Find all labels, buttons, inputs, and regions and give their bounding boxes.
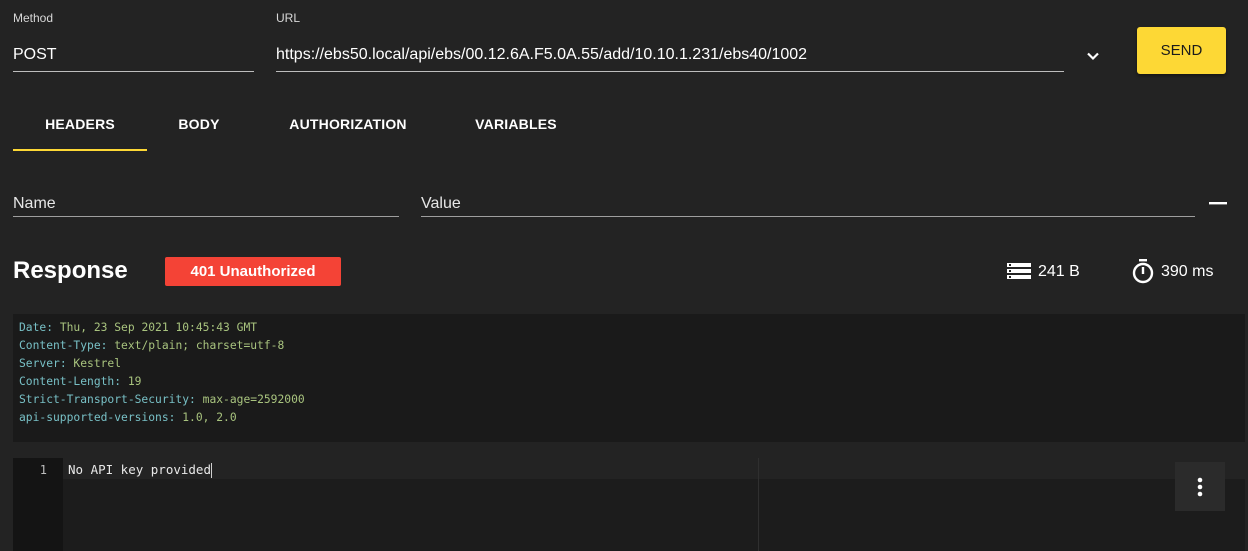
header-key: Content-Type [19,339,101,352]
line-number: 1 [39,463,47,477]
method-underline [13,71,254,72]
response-header-line: Content-Length: 19 [19,375,142,388]
method-select[interactable]: POST [13,46,57,64]
response-header-line: Content-Type: text/plain; charset=utf-8 [19,339,285,352]
tab-authorization[interactable]: AUTHORIZATION [267,116,429,132]
header-value: Thu, 23 Sep 2021 10:45:43 GMT [59,321,258,334]
header-key: Strict-Transport-Security [19,393,190,406]
active-line-highlight [63,458,1245,479]
editor-divider [758,458,759,551]
response-header-line: Strict-Transport-Security: max-age=25920… [19,393,305,406]
header-name-input[interactable]: Name [13,195,56,213]
header-key: Server [19,357,60,370]
active-tab-indicator [13,149,147,151]
header-value: 19 [127,375,142,388]
timer-icon [1131,258,1155,284]
response-header-line: api-supported-versions: 1.0, 2.0 [19,411,237,424]
header-key: Content-Length [19,375,115,388]
header-value: 1.0, 2.0 [182,411,237,424]
text-cursor [211,463,212,478]
url-underline [276,71,1064,72]
response-header-line: Server: Kestrel [19,357,122,370]
tab-variables[interactable]: VARIABLES [450,116,582,132]
chevron-down-icon[interactable] [1083,46,1103,66]
line-number-gutter: 1 [13,458,63,551]
response-time: 390 ms [1161,263,1214,280]
tab-headers[interactable]: HEADERS [13,116,147,132]
code-line-text: No API key provided [68,462,211,477]
header-key: api-supported-versions [19,411,169,424]
response-header-line: Date: Thu, 23 Sep 2021 10:45:43 GMT [19,321,258,334]
header-value-underline [421,216,1195,217]
response-size: 241 B [1038,263,1080,280]
header-name-underline [13,216,399,217]
url-label: URL [276,11,301,25]
header-value-input[interactable]: Value [421,195,461,213]
code-line: No API key provided [68,462,212,478]
status-badge: 401 Unauthorized [165,257,341,286]
more-vertical-icon[interactable] [1175,462,1225,511]
minus-icon[interactable] [1207,195,1231,211]
header-value: Kestrel [73,357,122,370]
send-button[interactable]: SEND [1137,27,1226,74]
response-title: Response [13,257,128,284]
url-input[interactable]: https://ebs50.local/api/ebs/00.12.6A.F5.… [276,46,807,64]
response-headers: Date: Thu, 23 Sep 2021 10:45:43 GMT Cont… [13,314,1245,442]
method-label: Method [13,11,54,25]
header-key: Date [19,321,47,334]
response-body-editor[interactable]: 1 No API key provided [13,458,1245,551]
header-value: max-age=2592000 [202,393,305,406]
header-value: text/plain; charset=utf-8 [114,339,285,352]
storage-icon [1006,261,1032,281]
tab-body[interactable]: BODY [159,116,239,132]
